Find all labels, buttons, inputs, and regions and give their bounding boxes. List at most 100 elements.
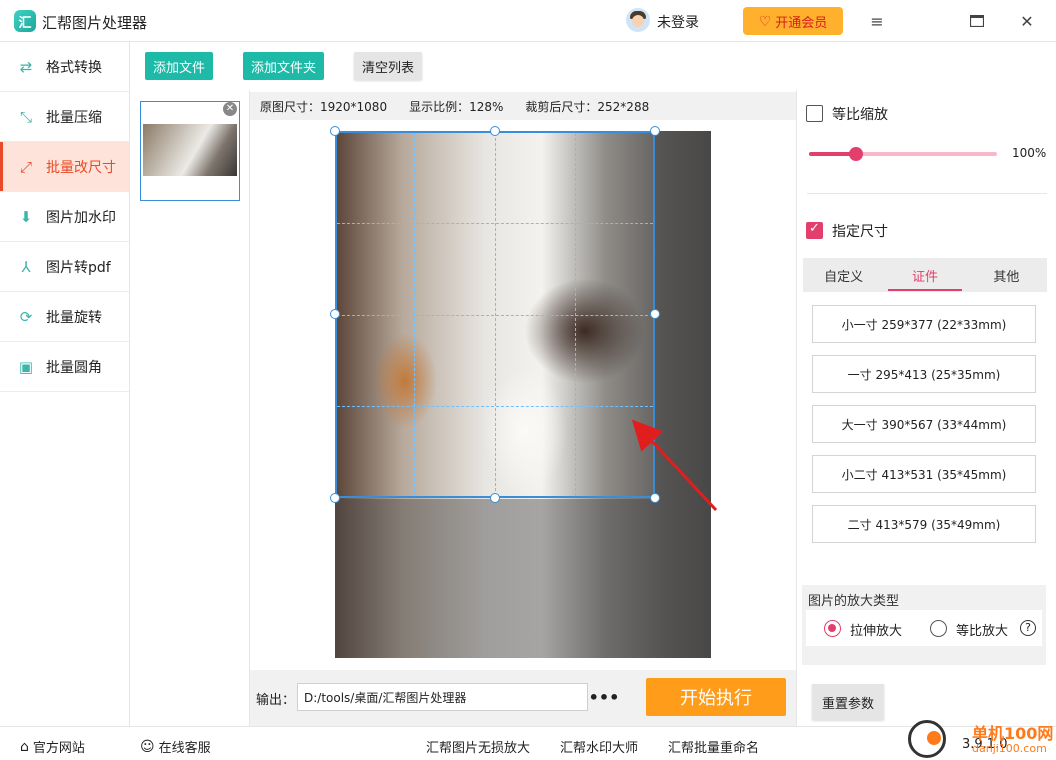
sidebar-item-label: 图片转pdf <box>46 259 111 276</box>
size-option-small-two-inch[interactable]: 小二寸 413*531 (35*45mm) <box>812 455 1036 493</box>
specify-size-label: 指定尺寸 <box>832 224 888 240</box>
lossless-enlarge-link[interactable]: 汇帮图片无损放大 <box>426 737 530 756</box>
proportional-scale-label: 等比缩放 <box>832 107 888 123</box>
image-preview <box>250 120 796 670</box>
crop-dim-overlay <box>655 131 711 499</box>
watermark-url: danji100.com <box>972 742 1047 755</box>
format-convert-icon: ⇄ <box>19 57 33 76</box>
pdf-icon: ⅄ <box>21 257 31 276</box>
clear-list-button[interactable]: 清空列表 <box>354 52 423 80</box>
sidebar-item-round-corner[interactable]: ▣ 批量圆角 <box>0 342 129 392</box>
crop-handle-top-right[interactable] <box>650 126 660 136</box>
add-folder-button[interactable]: 添加文件夹 <box>243 52 325 80</box>
settings-panel: 等比缩放 100% 指定尺寸 自定义 证件 其他 小一寸 259*377 (22… <box>796 90 1056 726</box>
proportional-enlarge-label: 等比放大 <box>956 624 1009 639</box>
size-option-two-inch[interactable]: 二寸 413*579 (35*49mm) <box>812 505 1036 543</box>
stretch-enlarge-label: 拉伸放大 <box>850 624 903 639</box>
sidebar-item-watermark[interactable]: ⬇ 图片加水印 <box>0 192 129 242</box>
tab-id-photo[interactable]: 证件 <box>884 258 965 292</box>
vip-label: 开通会员 <box>775 14 828 30</box>
crop-handle-bottom-left[interactable] <box>330 493 340 503</box>
sidebar-item-label: 批量压缩 <box>46 109 102 126</box>
login-status-label[interactable]: 未登录 <box>657 12 699 32</box>
online-service-label: 在线客服 <box>158 741 211 756</box>
user-avatar[interactable] <box>626 8 650 32</box>
watermark-text: 单机100网 <box>972 724 1054 743</box>
vip-button[interactable]: ♡ 开通会员 <box>743 7 843 35</box>
size-option-small-one-inch[interactable]: 小一寸 259*377 (22*33mm) <box>812 305 1036 343</box>
support-icon: ☺ <box>140 738 155 755</box>
output-bar: 输出： ••• 开始执行 <box>250 670 796 726</box>
divider <box>807 193 1047 194</box>
footer: ⌂ 官方网站 ☺ 在线客服 汇帮图片无损放大 汇帮水印大师 汇帮批量重命名 3.… <box>0 726 1056 760</box>
scale-value: 100% <box>1012 146 1047 160</box>
sidebar-item-label: 图片加水印 <box>46 209 116 226</box>
proportional-scale-checkbox[interactable] <box>806 105 823 122</box>
watermark-master-link[interactable]: 汇帮水印大师 <box>560 737 638 756</box>
enlarge-type-title: 图片的放大类型 <box>808 594 900 609</box>
tab-other[interactable]: 其他 <box>966 258 1047 292</box>
sidebar-item-resize[interactable]: ⤢ 批量改尺寸 <box>0 142 129 192</box>
resize-icon: ⤢ <box>19 157 32 176</box>
official-website-link[interactable]: ⌂ 官方网站 <box>20 737 85 757</box>
official-website-label: 官方网站 <box>32 741 85 756</box>
file-list: ✕ <box>130 90 250 726</box>
menu-icon[interactable]: ≡ <box>866 10 888 32</box>
scale-slider[interactable] <box>809 147 997 161</box>
help-icon[interactable]: ? <box>1020 620 1036 636</box>
start-button[interactable]: 开始执行 <box>646 678 786 716</box>
rotate-icon: ⟳ <box>19 307 33 326</box>
stretch-enlarge-radio[interactable] <box>824 620 841 637</box>
size-tabs: 自定义 证件 其他 <box>803 258 1047 292</box>
reset-params-button[interactable]: 重置参数 <box>812 684 884 720</box>
output-label: 输出： <box>256 693 296 708</box>
watermark-icon: ⬇ <box>19 207 33 226</box>
online-service-link[interactable]: ☺ 在线客服 <box>140 737 211 757</box>
browse-button[interactable]: ••• <box>589 683 620 711</box>
crop-handle-right[interactable] <box>650 309 660 319</box>
sidebar-item-format-convert[interactable]: ⇄ 格式转换 <box>0 42 129 92</box>
remove-file-icon[interactable]: ✕ <box>223 102 237 116</box>
watermark-logo-icon <box>908 720 946 758</box>
cropped-size: 裁剪后尺寸：252*288 <box>525 99 650 114</box>
original-size: 原图尺寸：1920*1080 <box>260 99 388 114</box>
file-thumbnail[interactable]: ✕ <box>140 101 240 201</box>
close-icon[interactable]: ✕ <box>1016 10 1038 32</box>
thumbnail-image <box>143 124 237 176</box>
sidebar-item-label: 格式转换 <box>46 59 102 76</box>
image-info-bar: 原图尺寸：1920*1080 显示比例：128% 裁剪后尺寸：252*288 <box>250 92 796 120</box>
home-icon: ⌂ <box>20 738 29 755</box>
size-option-large-one-inch[interactable]: 大一寸 390*567 (33*44mm) <box>812 405 1036 443</box>
crop-box[interactable] <box>335 131 655 498</box>
sidebar-item-label: 批量改尺寸 <box>46 159 116 176</box>
app-title: 汇帮图片处理器 <box>42 14 148 32</box>
compress-icon: ⤡ <box>19 107 32 126</box>
proportional-enlarge-radio[interactable] <box>930 620 947 637</box>
crop-handle-bottom[interactable] <box>490 493 500 503</box>
crop-handle-top-left[interactable] <box>330 126 340 136</box>
specify-size-checkbox[interactable] <box>806 221 823 239</box>
tab-custom[interactable]: 自定义 <box>803 258 884 292</box>
sidebar-item-rotate[interactable]: ⟳ 批量旋转 <box>0 292 129 342</box>
add-file-button[interactable]: 添加文件 <box>145 52 214 80</box>
app-logo-icon: 汇 <box>14 10 36 32</box>
batch-rename-link[interactable]: 汇帮批量重命名 <box>668 737 759 756</box>
sidebar-item-label: 批量圆角 <box>46 359 102 376</box>
maximize-icon[interactable] <box>966 10 988 32</box>
sidebar-item-label: 批量旋转 <box>46 309 102 326</box>
sidebar-item-compress[interactable]: ⤡ 批量压缩 <box>0 92 129 142</box>
scale-slider-thumb[interactable] <box>849 147 863 161</box>
site-watermark: 单机100网 danji100.com <box>908 718 1056 760</box>
display-ratio: 显示比例：128% <box>409 99 504 114</box>
crop-handle-left[interactable] <box>330 309 340 319</box>
sidebar: ⇄ 格式转换 ⤡ 批量压缩 ⤢ 批量改尺寸 ⬇ 图片加水印 ⅄ 图片转pdf ⟳… <box>0 42 130 726</box>
crop-handle-top[interactable] <box>490 126 500 136</box>
output-path-field[interactable] <box>297 683 588 711</box>
crop-handle-bottom-right[interactable] <box>650 493 660 503</box>
image-corner-icon: ▣ <box>18 357 34 376</box>
enlarge-type-group: 图片的放大类型 拉伸放大 等比放大 ? <box>802 585 1046 665</box>
size-option-one-inch[interactable]: 一寸 295*413 (25*35mm) <box>812 355 1036 393</box>
heart-icon: ♡ <box>758 12 772 29</box>
sidebar-item-to-pdf[interactable]: ⅄ 图片转pdf <box>0 242 129 292</box>
title-bar: 汇 汇帮图片处理器 未登录 ♡ 开通会员 ≡ ✕ <box>0 0 1056 42</box>
